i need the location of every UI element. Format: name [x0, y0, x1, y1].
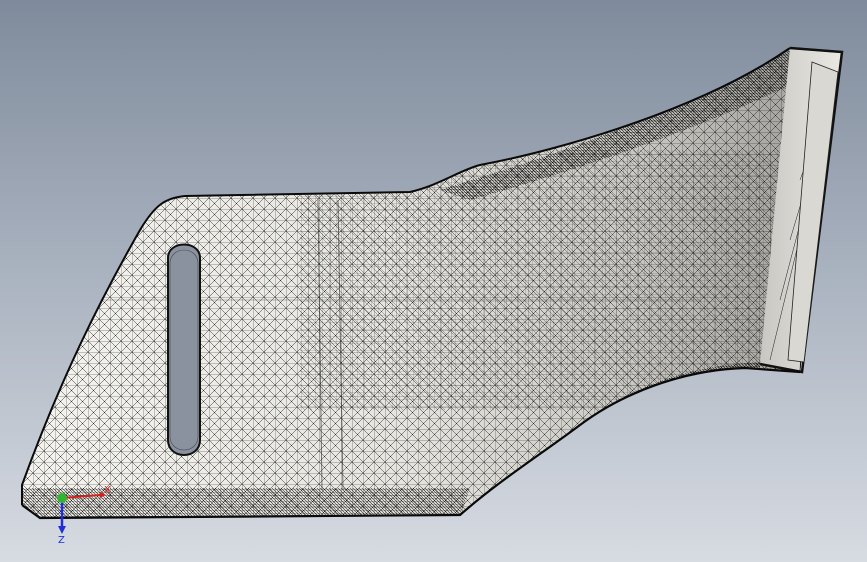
coordinate-triad: X Z: [57, 485, 111, 546]
x-axis-label: X: [104, 485, 111, 496]
z-axis-label: Z: [58, 535, 65, 546]
x-axis-arrow: [61, 494, 101, 499]
graphics-viewport[interactable]: X Z: [0, 0, 867, 562]
surface-mesh: [22, 48, 840, 518]
slot-hole: [167, 243, 201, 456]
y-axis-dot: [57, 493, 67, 503]
meshed-part-model[interactable]: [0, 0, 867, 562]
